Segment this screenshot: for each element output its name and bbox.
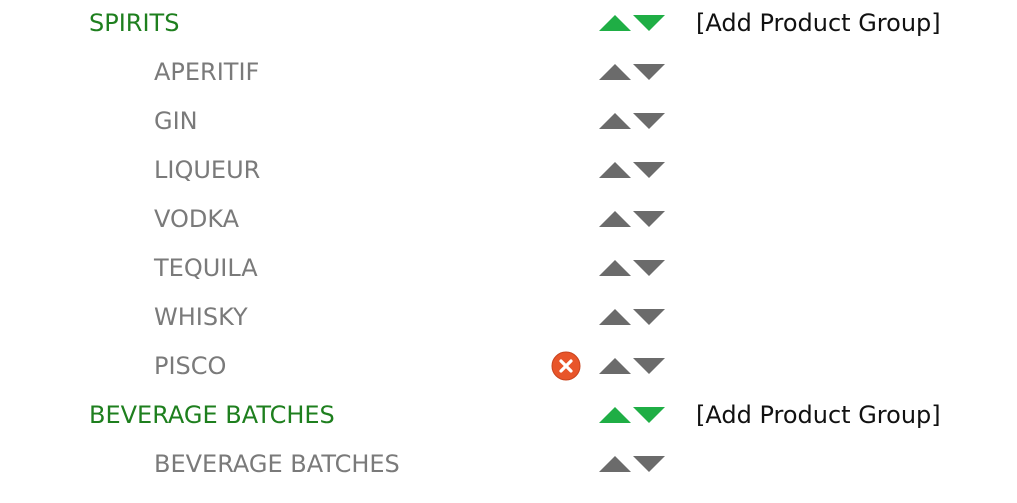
move-up-icon[interactable] [598,63,632,81]
add-product-group-link[interactable]: [Add Product Group] [696,3,941,43]
move-down-icon[interactable] [632,308,666,326]
sort-controls [598,406,666,424]
move-up-icon[interactable] [598,112,632,130]
group-row-gin: GIN [0,101,1017,141]
group-label: VODKA [154,205,240,233]
sort-controls [598,112,666,130]
move-up-icon[interactable] [598,161,632,179]
group-label: APERITIF [154,58,260,86]
group-row-aperitif: APERITIF [0,52,1017,92]
move-up-icon[interactable] [598,455,632,473]
group-label: BEVERAGE BATCHES [154,450,400,478]
group-label: WHISKY [154,303,248,331]
group-row-vodka: VODKA [0,199,1017,239]
move-down-icon[interactable] [632,63,666,81]
move-up-icon[interactable] [598,308,632,326]
sort-controls [598,308,666,326]
move-down-icon[interactable] [632,406,666,424]
move-up-icon[interactable] [598,14,632,32]
category-label: BEVERAGE BATCHES [89,401,335,429]
move-down-icon[interactable] [632,357,666,375]
sort-controls [598,259,666,277]
group-row-pisco: PISCO [0,346,1017,386]
move-up-icon[interactable] [598,210,632,228]
move-down-icon[interactable] [632,161,666,179]
move-down-icon[interactable] [632,112,666,130]
group-label: PISCO [154,352,227,380]
group-row-tequila: TEQUILA [0,248,1017,288]
move-up-icon[interactable] [598,357,632,375]
group-row-beverage-batches: BEVERAGE BATCHES [0,444,1017,484]
move-down-icon[interactable] [632,14,666,32]
category-row-spirits: SPIRITS [Add Product Group] [0,3,1017,43]
sort-controls [598,63,666,81]
sort-controls [598,357,666,375]
group-label: TEQUILA [154,254,258,282]
group-label: LIQUEUR [154,156,261,184]
category-row-beverage-batches: BEVERAGE BATCHES [Add Product Group] [0,395,1017,435]
category-label: SPIRITS [89,9,180,37]
move-down-icon[interactable] [632,259,666,277]
group-label: GIN [154,107,198,135]
move-up-icon[interactable] [598,406,632,424]
group-row-liqueur: LIQUEUR [0,150,1017,190]
delete-icon[interactable] [551,351,581,381]
sort-controls [598,455,666,473]
move-down-icon[interactable] [632,455,666,473]
sort-controls [598,14,666,32]
add-product-group-link[interactable]: [Add Product Group] [696,395,941,435]
move-down-icon[interactable] [632,210,666,228]
group-row-whisky: WHISKY [0,297,1017,337]
sort-controls [598,161,666,179]
move-up-icon[interactable] [598,259,632,277]
sort-controls [598,210,666,228]
